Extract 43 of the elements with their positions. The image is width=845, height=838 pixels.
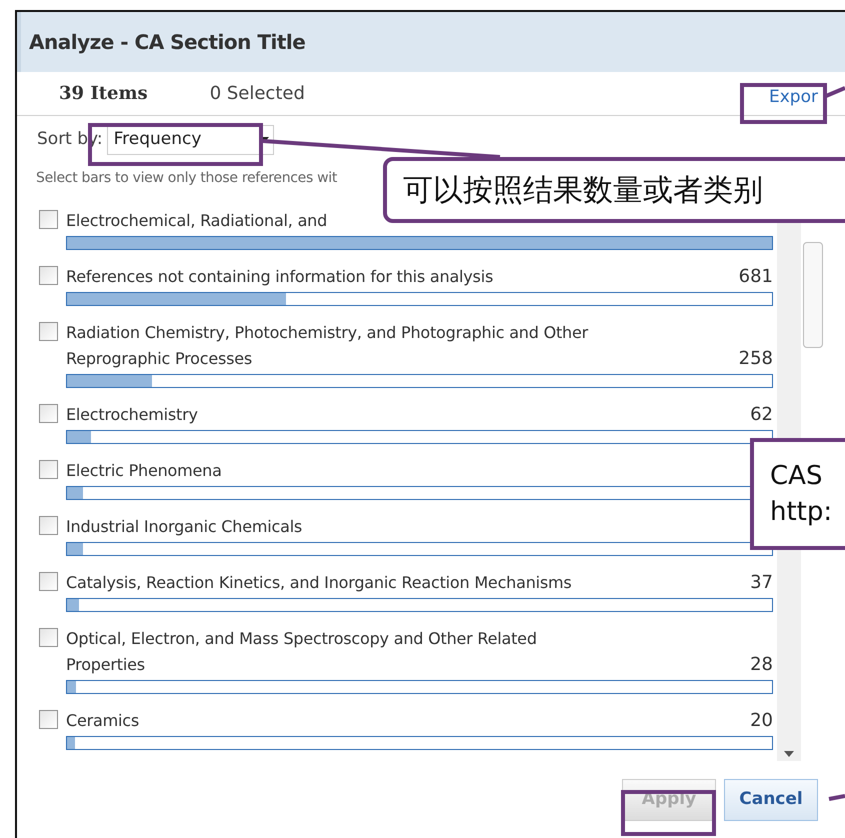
checkbox[interactable] (39, 322, 58, 341)
checkbox[interactable] (39, 572, 58, 591)
frequency-bar[interactable] (66, 680, 773, 694)
leader-line (825, 86, 845, 98)
frequency-bar[interactable] (66, 292, 773, 306)
scroll-down-icon (784, 751, 794, 757)
frequency-bar[interactable] (66, 736, 773, 750)
checkbox[interactable] (39, 210, 58, 229)
category-label: Radiation Chemistry, Photochemistry, and Photographic and Other Reprographic Processes (66, 322, 590, 370)
checkbox[interactable] (39, 460, 58, 479)
category-label: Electrochemical, Radiational, and (66, 210, 328, 232)
export-link[interactable]: Expor (769, 85, 818, 110)
checkbox[interactable] (39, 710, 58, 729)
category-label: Ceramics (66, 710, 140, 732)
category-count: 258 (738, 347, 773, 371)
frequency-bar[interactable] (66, 542, 773, 556)
category-label: Electrochemistry (66, 404, 199, 426)
category-count: 62 (750, 403, 773, 427)
checkbox[interactable] (39, 404, 58, 423)
cancel-button[interactable]: Cancel (724, 779, 818, 821)
category-count: 681 (738, 265, 773, 289)
checkbox[interactable] (39, 516, 58, 535)
category-label: Catalysis, Reaction Kinetics, and Inorganic Reaction Mechanisms (66, 572, 573, 594)
leader-line (828, 794, 845, 801)
category-label: Electric Phenomena (66, 460, 223, 482)
hint-text: Select bars to view only those references wit (36, 168, 338, 188)
checkbox[interactable] (39, 266, 58, 285)
annotation-tooltip: 可以按照结果数量或者类别 (383, 157, 845, 223)
items-count: 39 Items (59, 82, 148, 106)
checkbox[interactable] (39, 628, 58, 647)
category-count: 28 (750, 653, 773, 677)
annotation-tooltip: CAS http: (750, 438, 845, 550)
dialog-title: Analyze - CA Section Title (29, 29, 306, 56)
scrollbar-thumb[interactable] (803, 242, 823, 348)
frequency-bar[interactable] (66, 430, 773, 444)
frequency-bar[interactable] (66, 598, 773, 612)
selected-count: 0 Selected (210, 82, 305, 106)
category-count: 20 (750, 709, 773, 733)
category-count: 37 (750, 571, 773, 595)
category-label: Optical, Electron, and Mass Spectroscopy and Other Related Properties (66, 628, 538, 676)
frequency-bar[interactable] (66, 374, 773, 388)
category-label: Industrial Inorganic Chemicals (66, 516, 304, 538)
category-label: References not containing information for this analysis (66, 266, 494, 288)
